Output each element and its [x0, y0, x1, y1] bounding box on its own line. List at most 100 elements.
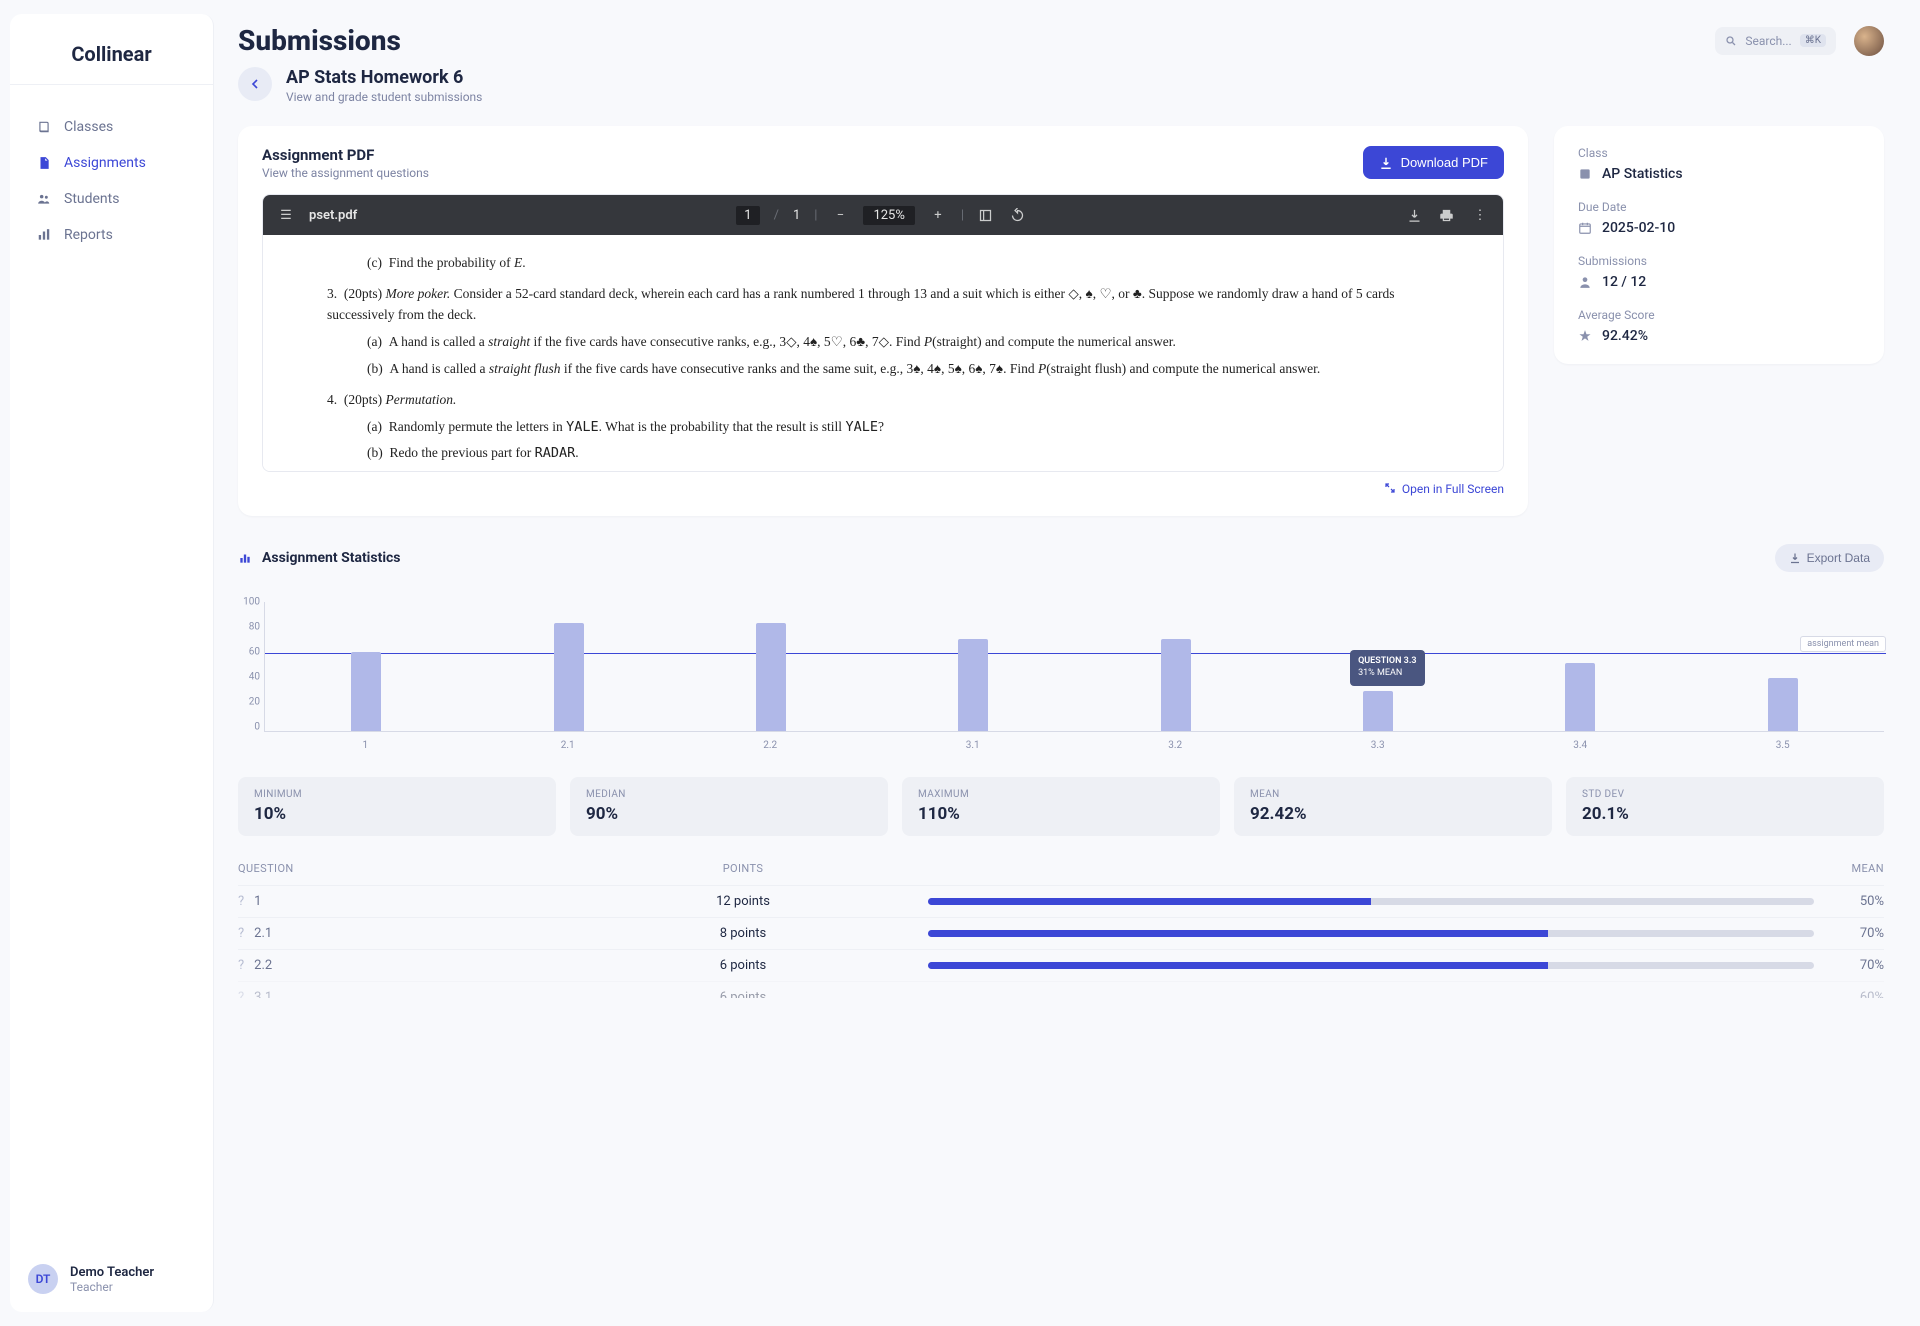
q-number: 2.1 [254, 926, 272, 941]
pdf-page-content[interactable]: (c) Find the probability of E. 3. (20pts… [263, 235, 1503, 471]
brand-logo: Collinear [10, 14, 213, 84]
hamburger-icon[interactable]: ☰ [277, 208, 295, 223]
meta-class-label: Class [1578, 146, 1860, 160]
question-mark-icon: ? [238, 926, 244, 941]
search-icon [1725, 35, 1737, 47]
bar [351, 652, 381, 731]
kpi-card: STD DEV20.1% [1566, 777, 1884, 836]
bar [958, 639, 988, 731]
class-icon [1578, 167, 1592, 181]
x-label: 3.5 [1682, 740, 1885, 751]
y-tick: 80 [249, 622, 260, 633]
print-icon[interactable] [1439, 208, 1457, 223]
question-table: QUESTION POINTS MEAN ?112 points50%?2.18… [238, 862, 1884, 998]
bar [1363, 691, 1393, 731]
profile-avatar[interactable] [1854, 26, 1884, 56]
q-mean: 70% [1824, 926, 1884, 941]
download-icon[interactable] [1407, 208, 1425, 223]
x-label: 3.1 [872, 740, 1075, 751]
tooltip-mean: 31% MEAN [1358, 668, 1416, 680]
rotate-icon[interactable] [1010, 208, 1028, 223]
kpi-card: MINIMUM10% [238, 777, 556, 836]
table-row[interactable]: ?112 points50% [238, 885, 1884, 917]
download-pdf-button[interactable]: Download PDF [1363, 146, 1504, 179]
meta-due-label: Due Date [1578, 200, 1860, 214]
main-content: Submissions Search... ⌘K AP Stats Homewo… [228, 0, 1920, 1326]
x-label: 3.2 [1074, 740, 1277, 751]
y-tick: 60 [249, 647, 260, 658]
table-row[interactable]: ?3.16 points60% [238, 981, 1884, 998]
sidebar-item-reports[interactable]: Reports [28, 217, 195, 253]
bar-col[interactable] [670, 602, 872, 731]
open-fullscreen-link[interactable]: Open in Full Screen [262, 482, 1504, 496]
meta-class-value: AP Statistics [1602, 166, 1683, 182]
pdf-page-sep: / [774, 208, 779, 223]
bar-col[interactable] [872, 602, 1074, 731]
q-mean: 70% [1824, 958, 1884, 973]
kpi-card: MEAN92.42% [1234, 777, 1552, 836]
meta-subs-label: Submissions [1578, 254, 1860, 268]
meta-subs-value: 12 / 12 [1602, 274, 1646, 290]
assignment-subtitle: View and grade student submissions [286, 90, 482, 104]
kpi-row: MINIMUM10%MEDIAN90%MAXIMUM110%MEAN92.42%… [238, 777, 1884, 836]
pdf-filename: pset.pdf [309, 208, 357, 223]
bar-col[interactable] [1479, 602, 1681, 731]
pdf-viewer: ☰ pset.pdf 1 / 1 | − 125% + | [262, 194, 1504, 472]
bar-col[interactable] [1075, 602, 1277, 731]
stats-section: Assignment Statistics Export Data 020406… [238, 544, 1884, 998]
th-mean: MEAN [1824, 862, 1884, 875]
y-tick: 100 [243, 597, 260, 608]
download-label: Download PDF [1401, 155, 1488, 170]
table-row[interactable]: ?2.26 points70% [238, 949, 1884, 981]
sidebar-item-label: Students [64, 191, 119, 207]
kpi-label: MINIMUM [254, 789, 540, 800]
meta-card: Class AP Statistics Due Date 2025-02-10 … [1554, 126, 1884, 364]
pdf-page-total: 1 [793, 208, 800, 223]
page-title: Submissions [238, 24, 401, 57]
sidebar-item-classes[interactable]: Classes [28, 109, 195, 145]
kpi-label: MAXIMUM [918, 789, 1204, 800]
sidebar-item-assignments[interactable]: Assignments [28, 145, 195, 181]
back-button[interactable] [238, 67, 272, 101]
meta-due-value: 2025-02-10 [1602, 220, 1675, 236]
bar [756, 623, 786, 731]
people-icon [36, 191, 52, 207]
search-input[interactable]: Search... ⌘K [1715, 27, 1836, 55]
fit-page-icon[interactable] [978, 208, 996, 223]
x-label: 2.2 [669, 740, 872, 751]
bar [1768, 678, 1798, 731]
sidebar-item-students[interactable]: Students [28, 181, 195, 217]
user-avatar: DT [28, 1264, 58, 1294]
q-points: 12 points [568, 894, 918, 909]
expand-icon [1384, 482, 1396, 494]
calendar-icon [1578, 221, 1592, 235]
x-label: 3.4 [1479, 740, 1682, 751]
bar-col[interactable] [467, 602, 669, 731]
sidebar-user[interactable]: DT Demo Teacher Teacher [10, 1246, 213, 1312]
sidebar-item-label: Reports [64, 227, 113, 243]
zoom-out-button[interactable]: − [831, 208, 849, 223]
assignment-title: AP Stats Homework 6 [286, 67, 482, 88]
export-data-button[interactable]: Export Data [1775, 544, 1884, 572]
kpi-value: 90% [586, 804, 872, 824]
x-label: 2.1 [467, 740, 670, 751]
q-mean: 50% [1824, 894, 1884, 909]
search-kbd: ⌘K [1800, 34, 1826, 47]
file-icon [36, 155, 52, 171]
q-progress [928, 962, 1814, 969]
table-row[interactable]: ?2.18 points70% [238, 917, 1884, 949]
pdf-zoom[interactable]: 125% [863, 206, 914, 225]
bar-col[interactable] [265, 602, 467, 731]
more-icon[interactable]: ⋮ [1471, 208, 1489, 223]
y-tick: 0 [254, 722, 260, 733]
export-label: Export Data [1807, 551, 1870, 565]
pdf-page-current[interactable]: 1 [736, 206, 759, 225]
separator: | [814, 208, 817, 223]
kpi-label: MEDIAN [586, 789, 872, 800]
kpi-label: MEAN [1250, 789, 1536, 800]
chart-icon [36, 227, 52, 243]
zoom-in-button[interactable]: + [929, 208, 947, 223]
bar-col[interactable] [1682, 602, 1884, 731]
question-mark-icon: ? [238, 894, 244, 909]
person-icon [1578, 275, 1592, 289]
